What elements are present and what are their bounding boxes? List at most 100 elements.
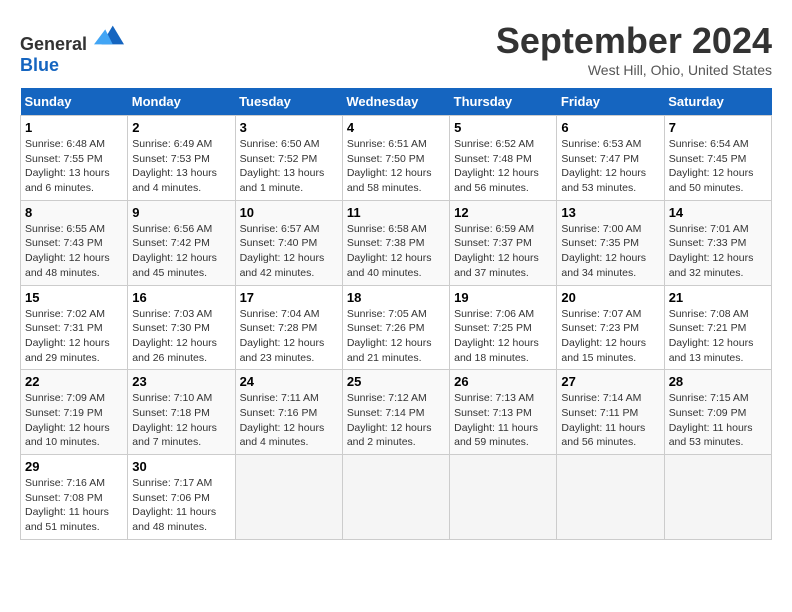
day-info: Sunrise: 7:13 AMSunset: 7:13 PMDaylight:… (454, 392, 538, 448)
day-number: 13 (561, 205, 659, 220)
day-number: 6 (561, 120, 659, 135)
header-monday: Monday (128, 88, 235, 116)
logo-icon (94, 20, 124, 50)
day-number: 26 (454, 374, 552, 389)
day-info: Sunrise: 7:07 AMSunset: 7:23 PMDaylight:… (561, 308, 646, 364)
day-number: 8 (25, 205, 123, 220)
calendar-cell-7: 7 Sunrise: 6:54 AMSunset: 7:45 PMDayligh… (664, 116, 771, 201)
day-info: Sunrise: 7:06 AMSunset: 7:25 PMDaylight:… (454, 308, 539, 364)
day-info: Sunrise: 7:05 AMSunset: 7:26 PMDaylight:… (347, 308, 432, 364)
day-number: 19 (454, 290, 552, 305)
calendar-cell-3: 3 Sunrise: 6:50 AMSunset: 7:52 PMDayligh… (235, 116, 342, 201)
day-number: 11 (347, 205, 445, 220)
day-info: Sunrise: 7:08 AMSunset: 7:21 PMDaylight:… (669, 308, 754, 364)
day-number: 22 (25, 374, 123, 389)
day-info: Sunrise: 6:58 AMSunset: 7:38 PMDaylight:… (347, 223, 432, 279)
title-block: September 2024 West Hill, Ohio, United S… (496, 20, 772, 78)
header-saturday: Saturday (664, 88, 771, 116)
calendar-cell-21: 21 Sunrise: 7:08 AMSunset: 7:21 PMDaylig… (664, 285, 771, 370)
calendar-cell-9: 9 Sunrise: 6:56 AMSunset: 7:42 PMDayligh… (128, 200, 235, 285)
calendar-cell-14: 14 Sunrise: 7:01 AMSunset: 7:33 PMDaylig… (664, 200, 771, 285)
day-number: 30 (132, 459, 230, 474)
header-friday: Friday (557, 88, 664, 116)
calendar-subtitle: West Hill, Ohio, United States (496, 62, 772, 78)
header-thursday: Thursday (450, 88, 557, 116)
calendar-week-4: 22 Sunrise: 7:09 AMSunset: 7:19 PMDaylig… (21, 370, 772, 455)
day-number: 20 (561, 290, 659, 305)
logo: General Blue (20, 20, 124, 76)
day-number: 9 (132, 205, 230, 220)
day-number: 14 (669, 205, 767, 220)
day-info: Sunrise: 6:55 AMSunset: 7:43 PMDaylight:… (25, 223, 110, 279)
calendar-cell-2: 2 Sunrise: 6:49 AMSunset: 7:53 PMDayligh… (128, 116, 235, 201)
calendar-cell-19: 19 Sunrise: 7:06 AMSunset: 7:25 PMDaylig… (450, 285, 557, 370)
day-info: Sunrise: 7:11 AMSunset: 7:16 PMDaylight:… (240, 392, 325, 448)
calendar-header-row: Sunday Monday Tuesday Wednesday Thursday… (21, 88, 772, 116)
calendar-cell-8: 8 Sunrise: 6:55 AMSunset: 7:43 PMDayligh… (21, 200, 128, 285)
day-info: Sunrise: 6:53 AMSunset: 7:47 PMDaylight:… (561, 138, 646, 194)
day-info: Sunrise: 6:54 AMSunset: 7:45 PMDaylight:… (669, 138, 754, 194)
day-info: Sunrise: 6:56 AMSunset: 7:42 PMDaylight:… (132, 223, 217, 279)
day-info: Sunrise: 6:52 AMSunset: 7:48 PMDaylight:… (454, 138, 539, 194)
calendar-week-1: 1 Sunrise: 6:48 AMSunset: 7:55 PMDayligh… (21, 116, 772, 201)
day-number: 21 (669, 290, 767, 305)
day-number: 1 (25, 120, 123, 135)
day-number: 25 (347, 374, 445, 389)
calendar-week-2: 8 Sunrise: 6:55 AMSunset: 7:43 PMDayligh… (21, 200, 772, 285)
calendar-cell-30: 30 Sunrise: 7:17 AMSunset: 7:06 PMDaylig… (128, 455, 235, 540)
day-info: Sunrise: 7:17 AMSunset: 7:06 PMDaylight:… (132, 477, 216, 533)
calendar-cell-20: 20 Sunrise: 7:07 AMSunset: 7:23 PMDaylig… (557, 285, 664, 370)
day-info: Sunrise: 7:03 AMSunset: 7:30 PMDaylight:… (132, 308, 217, 364)
calendar-cell-15: 15 Sunrise: 7:02 AMSunset: 7:31 PMDaylig… (21, 285, 128, 370)
day-number: 16 (132, 290, 230, 305)
calendar-cell-empty (235, 455, 342, 540)
calendar-cell-27: 27 Sunrise: 7:14 AMSunset: 7:11 PMDaylig… (557, 370, 664, 455)
day-info: Sunrise: 7:02 AMSunset: 7:31 PMDaylight:… (25, 308, 110, 364)
day-number: 2 (132, 120, 230, 135)
calendar-cell-6: 6 Sunrise: 6:53 AMSunset: 7:47 PMDayligh… (557, 116, 664, 201)
day-number: 28 (669, 374, 767, 389)
calendar-cell-4: 4 Sunrise: 6:51 AMSunset: 7:50 PMDayligh… (342, 116, 449, 201)
calendar-cell-29: 29 Sunrise: 7:16 AMSunset: 7:08 PMDaylig… (21, 455, 128, 540)
calendar-week-3: 15 Sunrise: 7:02 AMSunset: 7:31 PMDaylig… (21, 285, 772, 370)
day-number: 5 (454, 120, 552, 135)
day-number: 10 (240, 205, 338, 220)
day-info: Sunrise: 7:00 AMSunset: 7:35 PMDaylight:… (561, 223, 646, 279)
calendar-cell-24: 24 Sunrise: 7:11 AMSunset: 7:16 PMDaylig… (235, 370, 342, 455)
day-number: 23 (132, 374, 230, 389)
day-info: Sunrise: 7:09 AMSunset: 7:19 PMDaylight:… (25, 392, 110, 448)
day-number: 27 (561, 374, 659, 389)
header-tuesday: Tuesday (235, 88, 342, 116)
day-info: Sunrise: 6:57 AMSunset: 7:40 PMDaylight:… (240, 223, 325, 279)
calendar-cell-18: 18 Sunrise: 7:05 AMSunset: 7:26 PMDaylig… (342, 285, 449, 370)
day-info: Sunrise: 7:12 AMSunset: 7:14 PMDaylight:… (347, 392, 432, 448)
calendar-cell-10: 10 Sunrise: 6:57 AMSunset: 7:40 PMDaylig… (235, 200, 342, 285)
day-number: 7 (669, 120, 767, 135)
day-number: 4 (347, 120, 445, 135)
day-info: Sunrise: 6:49 AMSunset: 7:53 PMDaylight:… (132, 138, 217, 194)
calendar-cell-17: 17 Sunrise: 7:04 AMSunset: 7:28 PMDaylig… (235, 285, 342, 370)
calendar-cell-empty (342, 455, 449, 540)
day-info: Sunrise: 7:10 AMSunset: 7:18 PMDaylight:… (132, 392, 217, 448)
page-header: General Blue September 2024 West Hill, O… (20, 20, 772, 78)
day-info: Sunrise: 7:15 AMSunset: 7:09 PMDaylight:… (669, 392, 753, 448)
calendar-cell-empty (450, 455, 557, 540)
day-number: 17 (240, 290, 338, 305)
calendar-cell-28: 28 Sunrise: 7:15 AMSunset: 7:09 PMDaylig… (664, 370, 771, 455)
day-info: Sunrise: 6:51 AMSunset: 7:50 PMDaylight:… (347, 138, 432, 194)
calendar-cell-empty (557, 455, 664, 540)
calendar-cell-12: 12 Sunrise: 6:59 AMSunset: 7:37 PMDaylig… (450, 200, 557, 285)
calendar-cell-13: 13 Sunrise: 7:00 AMSunset: 7:35 PMDaylig… (557, 200, 664, 285)
calendar-cell-16: 16 Sunrise: 7:03 AMSunset: 7:30 PMDaylig… (128, 285, 235, 370)
calendar-cell-26: 26 Sunrise: 7:13 AMSunset: 7:13 PMDaylig… (450, 370, 557, 455)
calendar-cell-22: 22 Sunrise: 7:09 AMSunset: 7:19 PMDaylig… (21, 370, 128, 455)
day-number: 12 (454, 205, 552, 220)
day-info: Sunrise: 6:48 AMSunset: 7:55 PMDaylight:… (25, 138, 110, 194)
logo-blue: Blue (20, 55, 59, 75)
day-number: 15 (25, 290, 123, 305)
day-info: Sunrise: 6:50 AMSunset: 7:52 PMDaylight:… (240, 138, 325, 194)
day-number: 29 (25, 459, 123, 474)
day-number: 24 (240, 374, 338, 389)
day-info: Sunrise: 7:04 AMSunset: 7:28 PMDaylight:… (240, 308, 325, 364)
calendar-cell-5: 5 Sunrise: 6:52 AMSunset: 7:48 PMDayligh… (450, 116, 557, 201)
